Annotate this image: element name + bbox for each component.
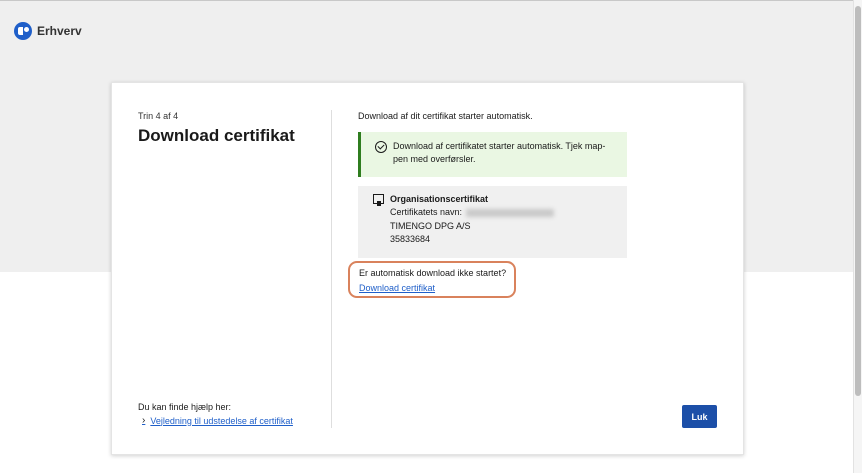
chevron-right-icon: › — [142, 415, 146, 426]
certificate-cvr: 35833684 — [390, 234, 431, 244]
certificate-name-label: Certifikatets navn: — [390, 207, 463, 217]
help-guide-link-label: Vejledning til udstedelse af certifikat — [150, 415, 293, 426]
erhverv-logo-icon — [14, 22, 32, 40]
certificate-info-box: Organisationscertifikat Certifikatets na… — [358, 186, 627, 258]
download-certificate-link[interactable]: Download certifikat — [359, 283, 435, 293]
page-scrollbar[interactable] — [853, 0, 862, 473]
help-title: Du kan finde hjælp her: — [138, 402, 232, 412]
certificate-icon — [373, 194, 384, 206]
scrollbar-thumb[interactable] — [855, 6, 861, 396]
help-guide-link[interactable]: › Vejledning til udstedelse af certifika… — [142, 415, 293, 426]
download-wizard-card: Trin 4 af 4 Download certifikat Du kan f… — [111, 82, 744, 455]
manual-download-section: Er automatisk download ikke startet? Dow… — [348, 261, 516, 298]
column-divider — [331, 110, 332, 428]
erhverv-logo[interactable]: Erhverv — [14, 22, 82, 40]
page-title: Download certifikat — [138, 126, 295, 145]
step-indicator: Trin 4 af 4 — [138, 111, 179, 121]
check-circle-icon — [375, 141, 387, 153]
logo-text: Erhverv — [37, 24, 82, 38]
certificate-name-redacted — [466, 208, 555, 217]
certificate-type: Organisationscertifikat — [390, 194, 489, 204]
download-intro-text: Download af dit certifikat starter autom… — [358, 111, 533, 121]
close-button[interactable]: Luk — [682, 405, 717, 428]
certificate-company: TIMENGO DPG A/S — [390, 220, 471, 231]
alert-text: Download af certifikatet starter automat… — [393, 141, 606, 164]
manual-download-question: Er automatisk download ikke startet? — [359, 268, 507, 278]
auto-download-alert: Download af certifikatet starter automat… — [358, 132, 627, 177]
